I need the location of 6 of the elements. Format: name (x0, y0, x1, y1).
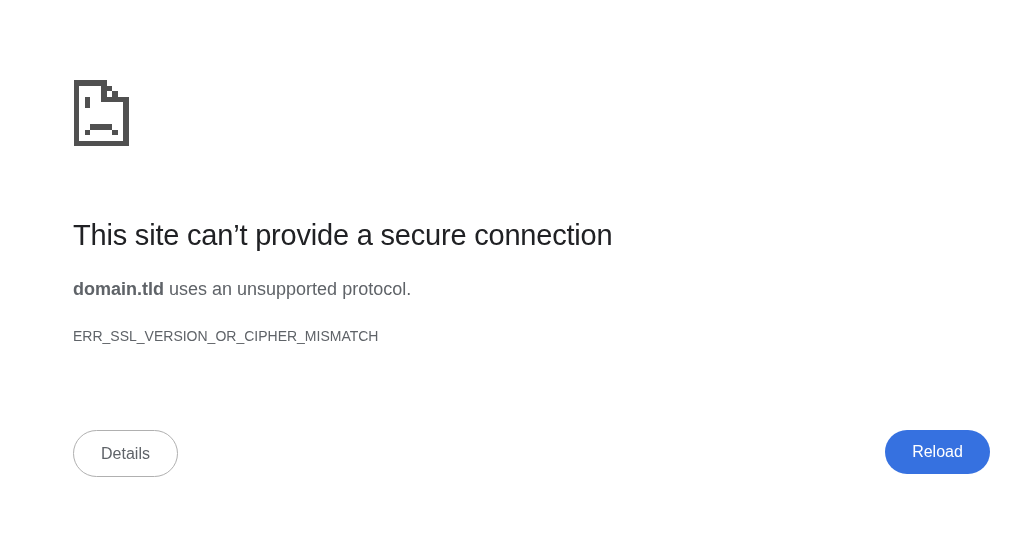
error-title: This site can’t provide a secure connection (73, 219, 613, 252)
error-message: domain.tld uses an unsupported protocol. (73, 279, 412, 300)
details-button[interactable]: Details (73, 430, 178, 477)
error-code: ERR_SSL_VERSION_OR_CIPHER_MISMATCH (73, 328, 379, 344)
sad-page-icon (73, 80, 129, 146)
reload-button[interactable]: Reload (885, 430, 990, 474)
